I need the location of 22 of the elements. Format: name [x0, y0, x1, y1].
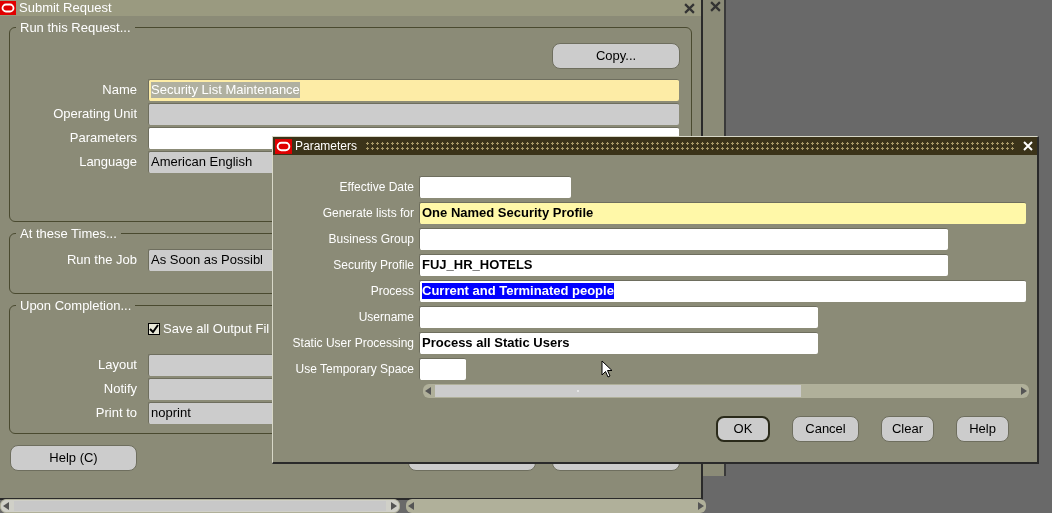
checkbox-label: Save all Output Fil [163, 319, 270, 338]
field-label: Layout [96, 355, 138, 374]
field-label: Static User Processing [291, 334, 415, 352]
field-label: Username [357, 308, 415, 326]
field-label: Parameters [68, 128, 138, 147]
group-title: Run this Request... [19, 19, 132, 37]
field-label: Use Temporary Space [294, 360, 415, 378]
field-label: Process [369, 282, 415, 300]
group-title: Upon Completion... [19, 297, 133, 315]
field-label: Name [101, 80, 138, 99]
field-label: Run the Job [65, 250, 138, 269]
field-label: Operating Unit [52, 104, 138, 123]
window-title: Submit Request [19, 0, 112, 16]
field-label: Print to [94, 403, 138, 422]
field-label: Effective Date [338, 178, 415, 196]
window-title: Parameters [295, 138, 358, 154]
field-label: Business Group [327, 230, 415, 248]
field-label: Notify [102, 379, 138, 398]
field-label: Language [78, 152, 138, 171]
field-label: Security Profile [332, 256, 415, 274]
group-title: At these Times... [19, 225, 118, 243]
field-label: Generate lists for [321, 204, 415, 222]
